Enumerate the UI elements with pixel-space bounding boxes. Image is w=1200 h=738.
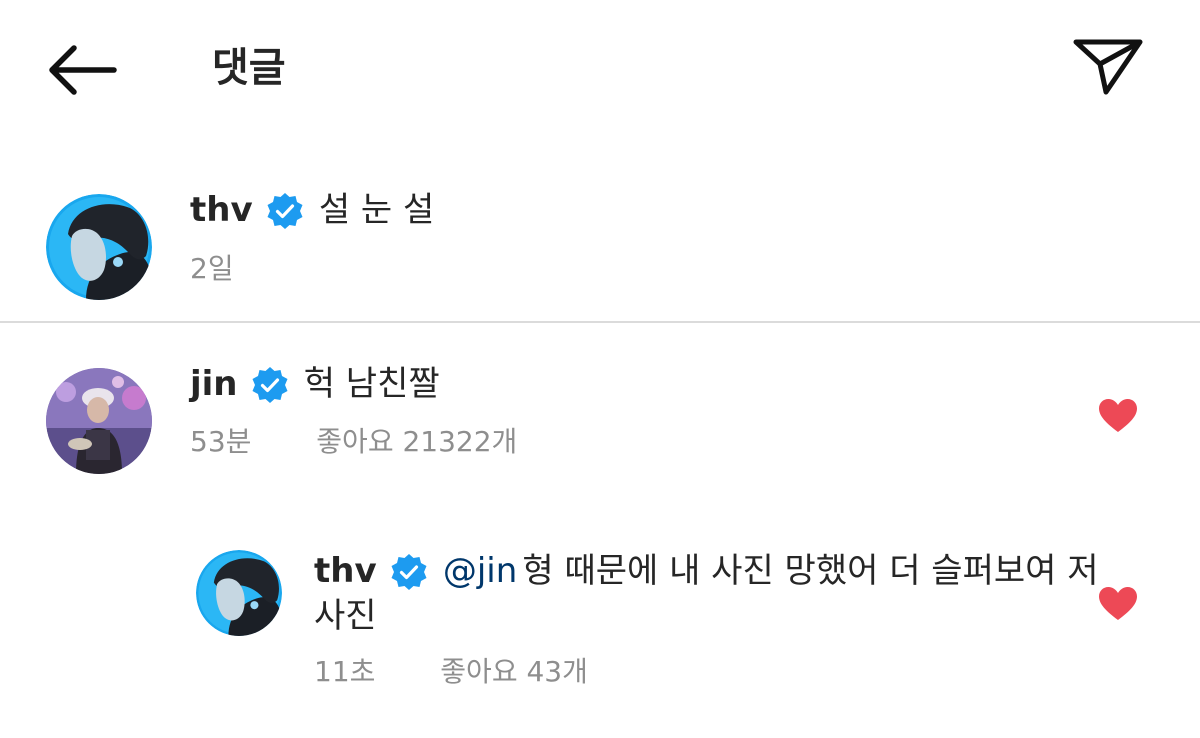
verified-badge-icon	[382, 553, 438, 602]
comment-time: 53분	[190, 425, 252, 458]
like-button[interactable]	[1098, 586, 1138, 626]
arrow-left-icon	[49, 45, 117, 95]
comment-text: 헉 남친짤	[303, 364, 440, 404]
comment-line: jin 헉 남친짤	[190, 362, 440, 415]
send-paper-plane-icon	[1073, 39, 1143, 95]
avatar-photo-thv	[196, 550, 282, 636]
reply-meta: 11초 좋아요 43개	[314, 650, 588, 694]
page-title: 댓글	[212, 45, 286, 91]
username[interactable]: thv	[314, 551, 377, 591]
avatar[interactable]	[196, 550, 282, 636]
share-button[interactable]	[1066, 30, 1150, 106]
username[interactable]: thv	[190, 190, 253, 230]
mention-link[interactable]: @jin	[443, 551, 517, 591]
caption-time: 2일	[190, 252, 234, 285]
back-button[interactable]	[40, 38, 124, 102]
avatar-photo-thv	[46, 194, 152, 300]
heart-filled-icon	[1099, 587, 1137, 620]
reply-line-1: thv @jin 형 때문에 내 사진 망했어 더 슬퍼보여 저	[314, 549, 1099, 602]
avatar[interactable]	[46, 368, 152, 474]
like-count[interactable]: 좋아요 43개	[440, 655, 588, 688]
reply-text-continued: 사진	[314, 596, 377, 636]
username[interactable]: jin	[190, 364, 238, 404]
verified-badge-icon	[258, 192, 314, 241]
caption-text: 설 눈 설	[318, 190, 435, 230]
reply-text: 형 때문에 내 사진 망했어 더 슬퍼보여 저	[522, 551, 1099, 591]
caption-line: thv 설 눈 설	[190, 188, 434, 241]
comment-meta: 53분 좋아요 21322개	[190, 420, 517, 464]
avatar[interactable]	[46, 194, 152, 300]
comments-screen: 댓글 thv 설 눈 설 2일 jin 헉 남친짤 53분 좋아요 21322개…	[0, 0, 1200, 738]
like-count[interactable]: 좋아요 21322개	[316, 425, 517, 458]
avatar-photo-jin	[46, 368, 152, 474]
heart-filled-icon	[1099, 399, 1137, 432]
like-button[interactable]	[1098, 398, 1138, 438]
reply-time: 11초	[314, 655, 376, 688]
verified-badge-icon	[243, 366, 299, 415]
divider	[0, 321, 1200, 323]
